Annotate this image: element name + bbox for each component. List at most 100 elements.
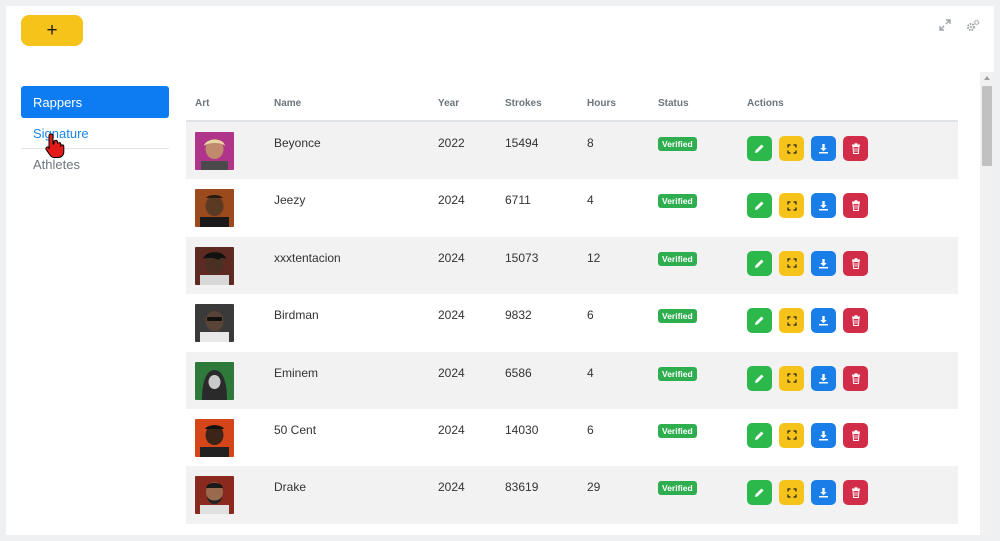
hand-pointer-cursor-icon xyxy=(45,132,65,163)
status-badge: Verified xyxy=(658,366,697,381)
vertical-scrollbar[interactable] xyxy=(980,72,994,535)
delete-button[interactable] xyxy=(843,480,868,506)
table-row[interactable]: Eminem 2024 6586 4 Verified xyxy=(186,351,958,409)
pencil-icon xyxy=(755,201,764,211)
row-strokes: 6711 xyxy=(505,193,531,208)
fullscreen-icon xyxy=(786,201,797,211)
table-row[interactable]: Jeezy 2024 6711 4 Verified xyxy=(186,179,958,237)
delete-button[interactable] xyxy=(843,422,868,448)
trash-icon xyxy=(851,258,860,269)
fullscreen-button[interactable] xyxy=(779,193,804,219)
column-header-name[interactable]: Name xyxy=(274,98,438,109)
fullscreen-button[interactable] xyxy=(779,365,804,391)
delete-button[interactable] xyxy=(843,308,868,334)
pencil-icon xyxy=(755,316,764,326)
row-name: Beyonce xyxy=(274,136,321,150)
pencil-icon xyxy=(755,259,764,268)
scrollbar-thumb[interactable] xyxy=(982,86,992,166)
add-button-label: + xyxy=(46,19,58,41)
row-strokes: 14030 xyxy=(505,422,539,437)
download-button[interactable] xyxy=(811,365,836,391)
edit-button[interactable] xyxy=(747,193,772,219)
art-thumbnail[interactable] xyxy=(195,418,234,457)
edit-button[interactable] xyxy=(747,365,772,391)
row-strokes: 9832 xyxy=(505,308,532,323)
edit-button[interactable] xyxy=(747,250,772,276)
download-icon xyxy=(819,201,828,211)
edit-button[interactable] xyxy=(747,308,772,334)
delete-button[interactable] xyxy=(843,250,868,276)
edit-button[interactable] xyxy=(747,422,772,448)
download-button[interactable] xyxy=(811,422,836,448)
status-badge: Verified xyxy=(658,423,697,438)
signatures-table: Art Name Year Strokes Hours Status Actio… xyxy=(186,86,958,524)
sidebar-item-signature[interactable]: Signature xyxy=(21,118,169,149)
delete-button[interactable] xyxy=(843,193,868,219)
download-button[interactable] xyxy=(811,250,836,276)
row-year: 2024 xyxy=(438,308,465,323)
fullscreen-icon xyxy=(786,258,797,268)
table-row[interactable]: Birdman 2024 9832 6 Verified xyxy=(186,294,958,352)
fullscreen-icon xyxy=(786,488,797,498)
column-header-actions: Actions xyxy=(747,97,784,109)
main-card: + Rappers Signature Athletes Art Name Ye… xyxy=(6,6,994,535)
fullscreen-button[interactable] xyxy=(779,136,804,161)
row-hours: 6 xyxy=(587,422,594,437)
row-hours: 8 xyxy=(587,136,594,150)
download-button[interactable] xyxy=(811,136,836,161)
download-icon xyxy=(819,316,828,326)
add-button[interactable]: + xyxy=(21,15,83,46)
art-thumbnail[interactable] xyxy=(195,246,234,285)
trash-icon xyxy=(851,200,860,212)
table-row[interactable]: 50 Cent 2024 14030 6 Verified xyxy=(186,408,958,467)
pencil-icon xyxy=(755,431,764,440)
category-sidebar: Rappers Signature Athletes xyxy=(21,86,169,180)
row-strokes: 83619 xyxy=(505,480,539,495)
download-icon xyxy=(819,488,828,498)
row-year: 2024 xyxy=(438,193,465,208)
row-strokes: 15494 xyxy=(505,136,539,150)
row-strokes: 6586 xyxy=(505,365,532,380)
pencil-icon xyxy=(755,374,764,383)
column-header-hours[interactable]: Hours xyxy=(587,98,658,109)
art-thumbnail[interactable] xyxy=(195,304,234,343)
fullscreen-button[interactable] xyxy=(779,250,804,276)
download-button[interactable] xyxy=(811,308,836,334)
edit-button[interactable] xyxy=(747,136,772,161)
art-thumbnail[interactable] xyxy=(195,132,234,170)
fullscreen-icon xyxy=(786,373,797,383)
pencil-icon xyxy=(755,144,764,153)
sidebar-item-athletes[interactable]: Athletes xyxy=(21,149,169,180)
status-badge: Verified xyxy=(658,481,697,496)
status-badge: Verified xyxy=(658,251,697,266)
row-year: 2024 xyxy=(438,365,465,380)
sidebar-item-rappers[interactable]: Rappers xyxy=(21,86,169,118)
cogs-icon[interactable] xyxy=(966,18,980,32)
edit-button[interactable] xyxy=(747,480,772,506)
fullscreen-button[interactable] xyxy=(779,308,804,334)
art-thumbnail[interactable] xyxy=(195,361,234,400)
column-header-strokes[interactable]: Strokes xyxy=(505,98,587,109)
scroll-up-arrow-icon[interactable] xyxy=(984,76,990,80)
download-button[interactable] xyxy=(811,193,836,219)
row-hours: 12 xyxy=(587,250,601,265)
fullscreen-button[interactable] xyxy=(779,422,804,448)
fullscreen-button[interactable] xyxy=(779,480,804,506)
download-icon xyxy=(819,258,828,269)
art-thumbnail[interactable] xyxy=(195,476,234,515)
fullscreen-icon xyxy=(786,430,797,441)
table-row[interactable]: Beyonce 2022 15494 8 Verified xyxy=(186,122,958,180)
table-row[interactable]: xxxtentacion 2024 15073 12 Verified xyxy=(186,236,958,295)
expand-icon[interactable] xyxy=(938,18,952,32)
trash-icon xyxy=(851,143,860,154)
delete-button[interactable] xyxy=(843,365,868,391)
download-button[interactable] xyxy=(811,480,836,506)
art-thumbnail[interactable] xyxy=(195,189,234,228)
column-header-year[interactable]: Year xyxy=(438,98,505,109)
download-icon xyxy=(819,373,828,384)
table-row[interactable]: Drake 2024 83619 29 Verified xyxy=(186,466,958,524)
row-hours: 4 xyxy=(587,193,594,208)
column-header-status[interactable]: Status xyxy=(658,98,747,109)
delete-button[interactable] xyxy=(843,136,868,161)
column-header-art[interactable]: Art xyxy=(186,98,274,109)
